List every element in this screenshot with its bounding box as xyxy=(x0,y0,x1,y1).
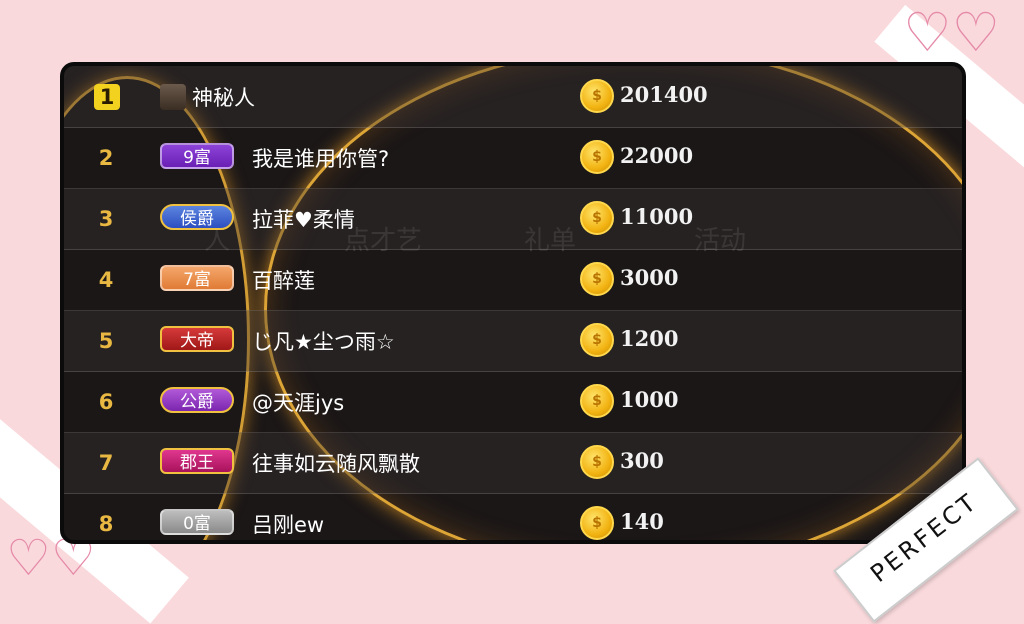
level-badge: 郡王 xyxy=(160,448,234,474)
rank-number: 3 xyxy=(98,207,114,231)
user-name: 百醉莲 xyxy=(252,269,315,293)
level-badge: 公爵 xyxy=(160,387,234,413)
coin-amount: 11000 xyxy=(620,204,694,229)
rank-number: 6 xyxy=(98,390,114,414)
coin-amount: 3000 xyxy=(620,265,679,290)
coin-amount: 22000 xyxy=(620,143,694,168)
coin-icon: $ xyxy=(580,79,614,113)
coin-icon: $ xyxy=(580,201,614,235)
coin-icon: $ xyxy=(580,323,614,357)
coin-icon: $ xyxy=(580,140,614,174)
user-name: 往事如云随风飘散 xyxy=(252,452,420,476)
rank-number: 8 xyxy=(98,512,114,536)
coin-amount: 1200 xyxy=(620,326,679,351)
leaderboard-row[interactable]: 7 郡王 往事如云随风飘散 $ 300 xyxy=(64,432,962,494)
level-badge: 大帝 xyxy=(160,326,234,352)
level-badge: 9富 xyxy=(160,143,234,169)
leaderboard-row[interactable]: 2 9富 我是谁用你管? $ 22000 xyxy=(64,127,962,189)
avatar xyxy=(160,84,186,110)
coin-amount: 300 xyxy=(620,448,664,473)
leaderboard-row[interactable]: 5 大帝 じ凡★尘つ雨☆ $ 1200 xyxy=(64,310,962,372)
user-name: じ凡★尘つ雨☆ xyxy=(252,330,395,354)
coin-amount: 201400 xyxy=(620,82,708,107)
leaderboard-row[interactable]: 6 公爵 @天涯jys $ 1000 xyxy=(64,371,962,433)
leaderboard-row[interactable]: 8 0富 吕刚ew $ 140 xyxy=(64,493,962,540)
coin-icon: $ xyxy=(580,384,614,418)
rank-number: 1 xyxy=(94,84,120,110)
user-name: 我是谁用你管? xyxy=(252,147,390,171)
user-name: 吕刚ew xyxy=(252,513,325,537)
user-name: @天涯jys xyxy=(252,391,345,415)
user-name: 神秘人 xyxy=(192,86,255,110)
coin-amount: 1000 xyxy=(620,387,679,412)
leaderboard-row[interactable]: 3 侯爵 拉菲♥柔情 $ 11000 xyxy=(64,188,962,250)
leaderboard-row[interactable]: 4 7富 百醉莲 $ 3000 xyxy=(64,249,962,311)
coin-icon: $ xyxy=(580,506,614,540)
rank-number: 7 xyxy=(98,451,114,475)
leaderboard-row[interactable]: 1 神秘人 $ 201400 xyxy=(64,66,962,128)
level-badge: 0富 xyxy=(160,509,234,535)
rank-number: 5 xyxy=(98,329,114,353)
rank-number: 4 xyxy=(98,268,114,292)
leaderboard-panel: 人 点才艺 礼单 活动 1 神秘人 $ 201400 2 9富 我是谁用你管? … xyxy=(60,62,966,544)
rank-number: 2 xyxy=(98,146,114,170)
coin-icon: $ xyxy=(580,445,614,479)
level-badge: 7富 xyxy=(160,265,234,291)
user-name: 拉菲♥柔情 xyxy=(252,208,355,232)
level-badge: 侯爵 xyxy=(160,204,234,230)
coin-icon: $ xyxy=(580,262,614,296)
coin-amount: 140 xyxy=(620,509,664,534)
heart-outline-icon: ♡♡ xyxy=(903,1,1000,64)
